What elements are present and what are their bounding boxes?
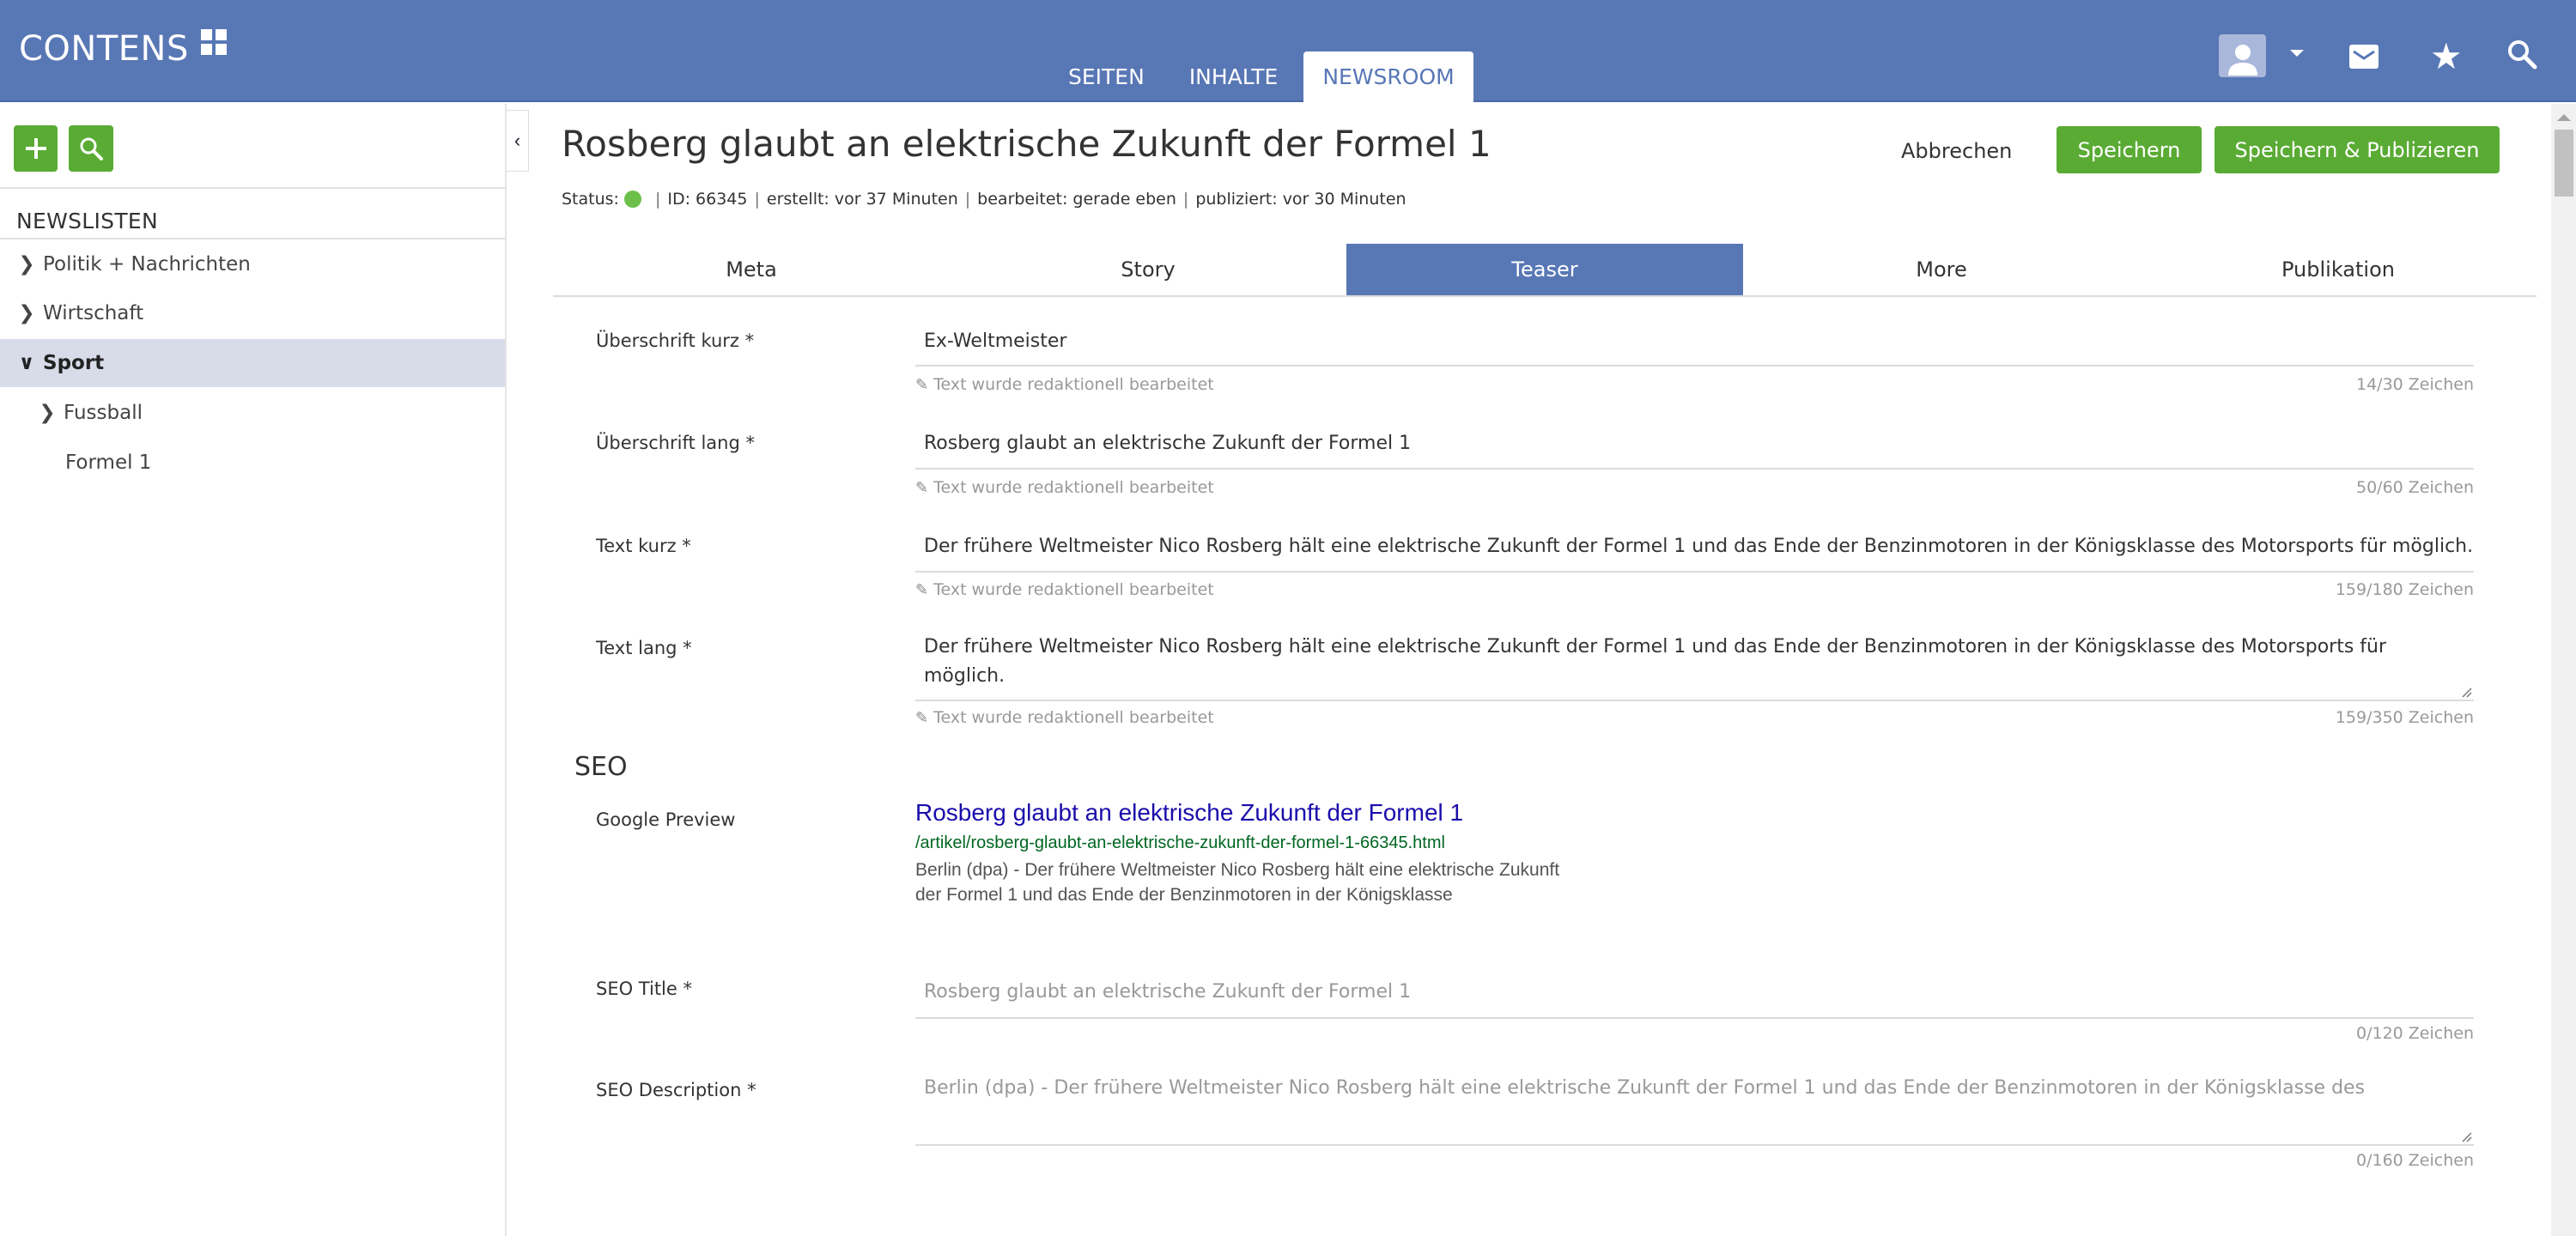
tree-item-label: Sport [43, 352, 105, 374]
edited-hint: ✎ Text wurde redaktionell bearbeitet [915, 375, 1214, 394]
tree-item-sport[interactable]: ∨ Sport [0, 339, 505, 387]
resize-handle-icon[interactable] [2460, 1130, 2472, 1142]
logo-grid-icon [200, 29, 227, 55]
google-preview-url: /artikel/rosberg-glaubt-an-elektrische-z… [915, 833, 1445, 852]
char-counter: 14/30 Zeichen [2356, 375, 2474, 394]
char-counter: 159/350 Zeichen [2335, 708, 2474, 727]
user-avatar-icon[interactable] [2219, 34, 2266, 77]
tree-item-formel-1[interactable]: Formel 1 [0, 439, 505, 487]
google-preview-label: Google Preview [596, 809, 736, 830]
seo-description-textarea[interactable]: Berlin (dpa) - Der frühere Weltmeister N… [915, 1074, 2474, 1146]
status-label: Status: [562, 190, 619, 209]
tree-item-label: Fussball [64, 402, 143, 424]
tab-publikation[interactable]: Publikation [2140, 244, 2537, 295]
text-short-label: Text kurz * [596, 536, 691, 556]
char-counter: 159/180 Zeichen [2335, 580, 2474, 599]
sidebar-search-button[interactable] [69, 125, 113, 172]
add-button[interactable] [14, 125, 58, 172]
headline-long-input[interactable]: Rosberg glaubt an elektrische Zukunft de… [915, 431, 2474, 470]
char-counter: 50/60 Zeichen [2356, 478, 2474, 497]
save-button[interactable]: Speichern [2057, 126, 2202, 173]
chevron-left-icon: ‹ [513, 130, 521, 151]
text-long-label: Text lang * [596, 638, 692, 658]
edited-time: bearbeitet: gerade eben [977, 190, 1176, 209]
text-long-textarea[interactable]: Der frühere Weltmeister Nico Rosberg häl… [915, 633, 2474, 701]
contens-logo[interactable]: CONTENS [19, 29, 227, 69]
tree-item-politik[interactable]: ❯ Politik + Nachrichten [0, 240, 505, 288]
newslisten-heading: NEWSLISTEN [16, 209, 159, 233]
main-tab-seiten[interactable]: SEITEN [1049, 52, 1163, 102]
tab-meta[interactable]: Meta [553, 244, 950, 295]
article-id: ID: 66345 [667, 190, 748, 209]
headline-short-input[interactable]: Ex-Weltmeister [915, 329, 2474, 367]
scroll-up-icon[interactable] [2557, 114, 2571, 121]
created-time: erstellt: vor 37 Minuten [766, 190, 958, 209]
text-short-input[interactable]: Der frühere Weltmeister Nico Rosberg häl… [915, 534, 2474, 573]
top-navigation-bar: CONTENS SEITEN INHALTE NEWSROOM ★ [0, 0, 2576, 102]
pencil-icon: ✎ [915, 375, 929, 394]
article-meta: Status: | ID: 66345 | erstellt: vor 37 M… [562, 190, 1406, 209]
tab-more[interactable]: More [1743, 244, 2140, 295]
tree-item-label: Politik + Nachrichten [43, 253, 251, 276]
sidebar-divider [0, 238, 507, 239]
main-tab-inhalte[interactable]: INHALTE [1170, 52, 1297, 102]
tab-teaser[interactable]: Teaser [1346, 244, 1743, 295]
cancel-button[interactable]: Abbrechen [1901, 130, 2012, 173]
char-counter: 0/160 Zeichen [2356, 1151, 2474, 1170]
seo-title-label: SEO Title * [596, 978, 692, 999]
save-publish-button[interactable]: Speichern & Publizieren [2215, 126, 2500, 173]
edited-hint: ✎ Text wurde redaktionell bearbeitet [915, 580, 1214, 599]
status-indicator [623, 191, 641, 208]
edited-hint: ✎ Text wurde redaktionell bearbeitet [915, 708, 1214, 727]
sidebar-divider [0, 187, 507, 189]
tree-item-label: Wirtschaft [43, 302, 144, 324]
google-preview-description: Berlin (dpa) - Der frühere Weltmeister N… [915, 860, 1560, 905]
tab-story[interactable]: Story [950, 244, 1346, 295]
tree-item-fussball[interactable]: ❯ Fussball [0, 389, 505, 437]
scrollbar-thumb[interactable] [2555, 130, 2573, 197]
published-time: publiziert: vor 30 Minuten [1195, 190, 1406, 209]
pencil-icon: ✎ [915, 580, 929, 599]
pencil-icon: ✎ [915, 708, 929, 727]
edited-hint: ✎ Text wurde redaktionell bearbeitet [915, 478, 1214, 497]
seo-heading: SEO [574, 752, 628, 782]
google-preview-title: Rosberg glaubt an elektrische Zukunft de… [915, 799, 1464, 826]
chevron-right-icon[interactable]: ❯ [15, 302, 38, 324]
main-tabs: SEITEN INHALTE NEWSROOM [1049, 52, 1480, 102]
chevron-down-icon[interactable]: ∨ [15, 352, 38, 374]
char-counter: 0/120 Zeichen [2356, 1024, 2474, 1043]
pencil-icon: ✎ [915, 478, 929, 497]
tree-item-label: Formel 1 [65, 451, 152, 474]
article-editor: Rosberg glaubt an elektrische Zukunft de… [529, 104, 2551, 1236]
tree-item-wirtschaft[interactable]: ❯ Wirtschaft [0, 289, 505, 337]
seo-description-label: SEO Description * [596, 1080, 756, 1100]
mail-icon[interactable] [2349, 45, 2379, 69]
search-icon[interactable] [2506, 38, 2540, 76]
headline-short-label: Überschrift kurz * [596, 330, 755, 351]
headline-long-label: Überschrift lang * [596, 433, 755, 453]
vertical-scrollbar[interactable] [2551, 104, 2576, 1236]
seo-title-input[interactable]: Rosberg glaubt an elektrische Zukunft de… [915, 974, 2474, 1019]
caret-down-icon[interactable] [2290, 50, 2304, 57]
main-tab-newsroom[interactable]: NEWSROOM [1303, 52, 1473, 102]
chevron-right-icon[interactable]: ❯ [15, 253, 38, 276]
sidebar: NEWSLISTEN ❯ Politik + Nachrichten ❯ Wir… [0, 104, 507, 1236]
editor-tabs: Meta Story Teaser More Publikation [553, 244, 2537, 297]
collapse-sidebar-button[interactable]: ‹ [507, 110, 529, 172]
resize-handle-icon[interactable] [2460, 686, 2472, 698]
star-icon[interactable]: ★ [2430, 36, 2463, 77]
page-title: Rosberg glaubt an elektrische Zukunft de… [562, 123, 1492, 165]
chevron-right-icon[interactable]: ❯ [36, 402, 58, 424]
logo-text: CONTENS [19, 29, 189, 69]
